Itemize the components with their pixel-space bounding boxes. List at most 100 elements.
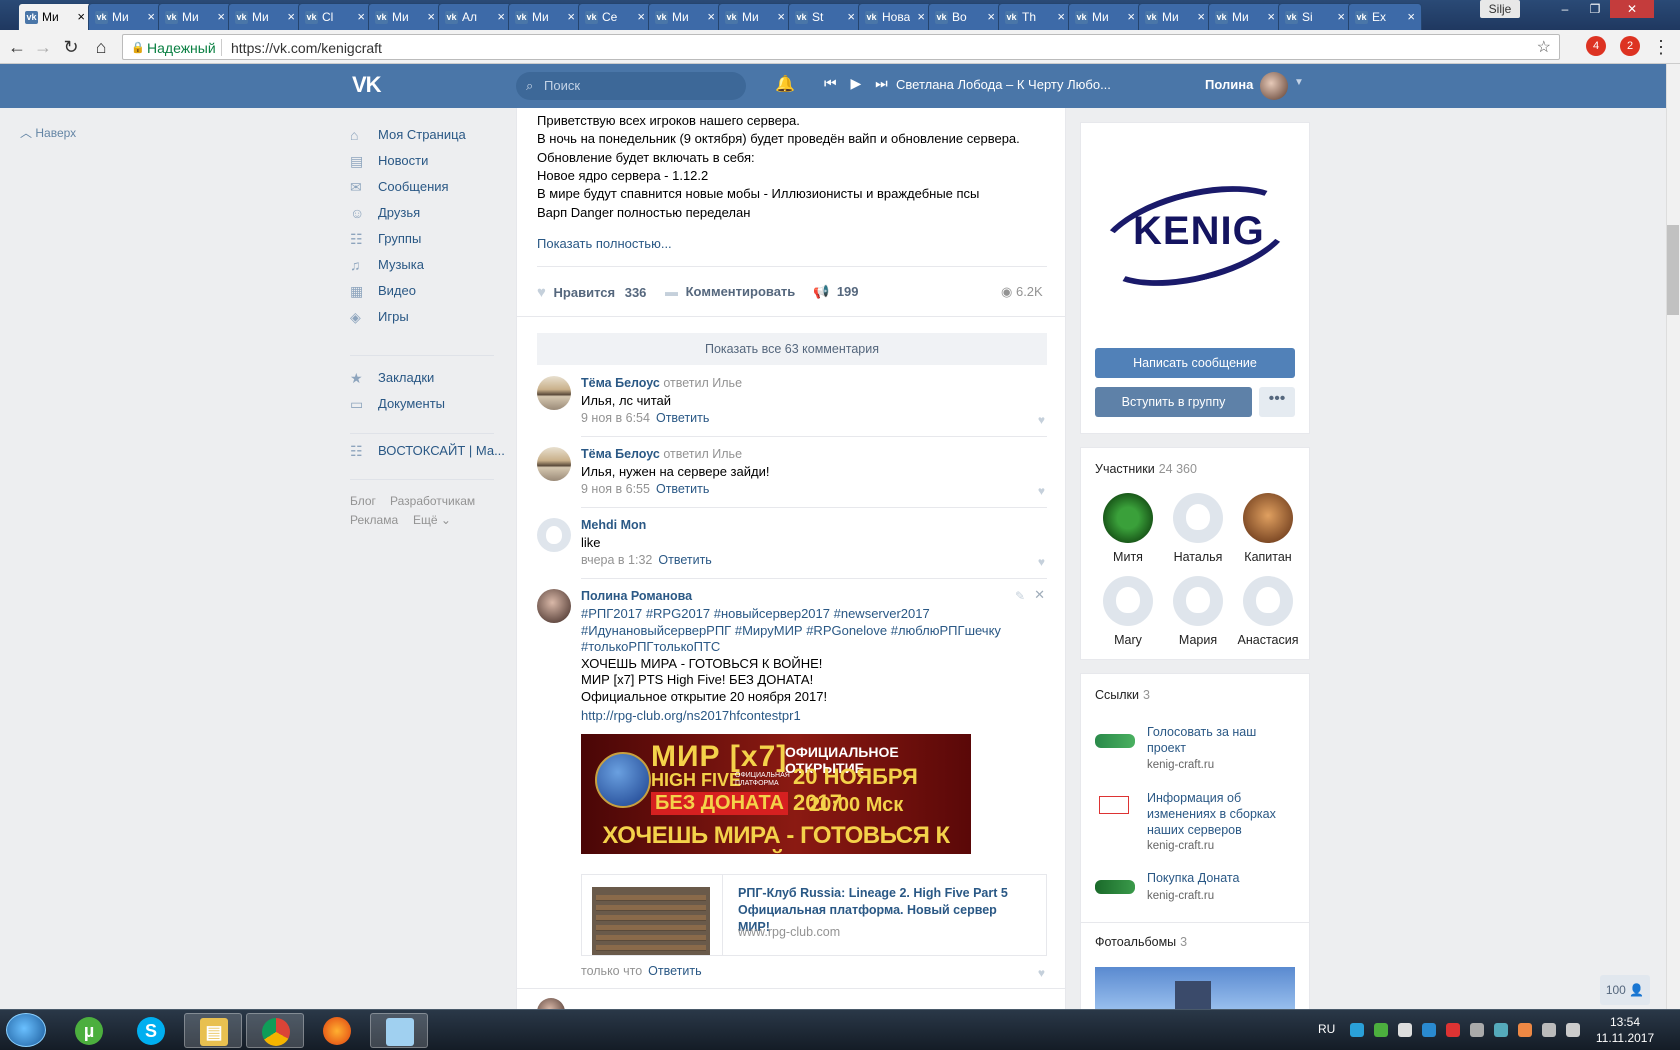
browser-tab[interactable]: vk Ми × (228, 3, 302, 30)
browser-tab[interactable]: vk Si × (1278, 3, 1352, 30)
browser-tab[interactable]: vk Cl × (298, 3, 372, 30)
close-window-button[interactable]: ✕ (1610, 0, 1654, 18)
footer-dev-link[interactable]: Разработчикам (390, 494, 475, 508)
chrome-taskbar-icon[interactable] (246, 1013, 304, 1048)
start-button[interactable] (6, 1013, 46, 1047)
show-all-comments-button[interactable]: Показать все 63 комментария (537, 333, 1047, 365)
close-tab-icon[interactable]: × (1057, 9, 1065, 24)
skype-taskbar-icon[interactable]: S (122, 1013, 180, 1048)
links-header[interactable]: Ссылки 3 (1095, 688, 1150, 702)
browser-tab[interactable]: vk Ми × (88, 3, 162, 30)
extension-icon-2[interactable]: 2 (1620, 36, 1640, 56)
display-tray-icon[interactable] (1542, 1023, 1556, 1037)
heart-icon[interactable]: ♥ (1038, 413, 1045, 427)
close-tab-icon[interactable]: × (1267, 9, 1275, 24)
language-indicator[interactable]: RU (1318, 1022, 1335, 1036)
search-input[interactable]: ⌕ Поиск (516, 72, 746, 100)
close-tab-icon[interactable]: × (357, 9, 365, 24)
audio-player-controls[interactable]: ⏮ ▶ ⏭ (824, 75, 888, 92)
reply-link[interactable]: Ответить (648, 964, 701, 978)
notepad-taskbar-icon[interactable] (370, 1013, 428, 1048)
close-tab-icon[interactable]: × (287, 9, 295, 24)
link-title[interactable]: Голосовать за наш проект (1147, 724, 1297, 756)
share-button[interactable]: 📢 199 (813, 284, 859, 300)
close-tab-icon[interactable]: × (987, 9, 995, 24)
flag-tray-icon[interactable] (1398, 1023, 1412, 1037)
close-tab-icon[interactable]: × (637, 9, 645, 24)
member-name[interactable]: Митя (1093, 550, 1163, 564)
scrollbar[interactable] (1666, 64, 1680, 1009)
avatar[interactable] (1260, 72, 1288, 100)
close-tab-icon[interactable]: × (847, 9, 855, 24)
link-title[interactable]: Покупка Доната (1147, 870, 1297, 886)
link-title[interactable]: Информация об изменениях в сборках наших… (1147, 790, 1297, 838)
next-track-icon[interactable]: ⏭ (875, 75, 888, 91)
app-tray-icon[interactable] (1494, 1023, 1508, 1037)
play-icon[interactable]: ▶ (851, 75, 862, 91)
avatar[interactable] (1243, 493, 1293, 543)
group-logo[interactable]: KENIG (1087, 168, 1303, 304)
bookmark-star-icon[interactable]: ☆ (1537, 37, 1551, 57)
albums-header[interactable]: Фотоальбомы 3 (1095, 935, 1187, 949)
app-tray-icon[interactable] (1422, 1023, 1436, 1037)
vk-logo[interactable]: VK (352, 72, 386, 98)
avatar[interactable] (537, 589, 571, 623)
address-bar[interactable]: 🔒 Надежный https://vk.com/kenigcraft ☆ (122, 34, 1560, 60)
close-tab-icon[interactable]: × (217, 9, 225, 24)
avatar[interactable] (1103, 493, 1153, 543)
close-tab-icon[interactable]: × (427, 9, 435, 24)
utorrent-taskbar-icon[interactable]: µ (60, 1013, 118, 1048)
close-tab-icon[interactable]: × (917, 9, 925, 24)
user-name[interactable]: Полина (1205, 77, 1253, 92)
back-icon[interactable]: ← (6, 36, 28, 58)
comment-author[interactable]: Тёма Белоус ответил Илье (581, 447, 742, 461)
avatar[interactable] (537, 518, 571, 552)
extension-icon-1[interactable]: 4 (1586, 36, 1606, 56)
avatar[interactable] (1173, 576, 1223, 626)
comment-link[interactable]: http://rpg-club.org/ns2017hfcontestpr1 (581, 708, 801, 723)
member-name[interactable]: Капитан (1233, 550, 1303, 564)
avatar[interactable] (1103, 576, 1153, 626)
comment-button[interactable]: ▬ Комментировать (665, 284, 795, 299)
explorer-taskbar-icon[interactable]: ▤ (184, 1013, 242, 1048)
close-tab-icon[interactable]: × (1197, 9, 1205, 24)
profile-badge[interactable]: Silje (1480, 0, 1520, 18)
browser-tab[interactable]: vk Ми × (158, 3, 232, 30)
maximize-button[interactable]: ❐ (1580, 0, 1610, 18)
member-name[interactable]: Наталья (1163, 550, 1233, 564)
home-icon[interactable]: ⌂ (90, 36, 112, 58)
avatar[interactable] (537, 376, 571, 410)
heart-icon[interactable]: ♥ (1038, 484, 1045, 498)
browser-tab[interactable]: vk Ex × (1348, 3, 1422, 30)
reply-link[interactable]: Ответить (658, 553, 711, 567)
comment-author[interactable]: Полина Романова (581, 589, 692, 603)
album-cover[interactable] (1095, 967, 1295, 1011)
app-tray-icon[interactable] (1446, 1023, 1460, 1037)
browser-tab[interactable]: vk Ми × (1138, 3, 1212, 30)
browser-tab[interactable]: vk Ми × (508, 3, 582, 30)
like-button[interactable]: ♥ Нравится 336 (537, 284, 646, 301)
member-name[interactable]: Мария (1163, 633, 1233, 647)
browser-tab[interactable]: vk Ми × (368, 3, 442, 30)
firefox-taskbar-icon[interactable] (308, 1013, 366, 1048)
heart-icon[interactable]: ♥ (1038, 966, 1045, 980)
utorrent-tray-icon[interactable] (1374, 1023, 1388, 1037)
avatar[interactable] (537, 447, 571, 481)
volume-icon[interactable] (1566, 1023, 1580, 1037)
close-tab-icon[interactable]: × (777, 9, 785, 24)
browser-tab[interactable]: vk Ми × (18, 3, 92, 30)
online-counter[interactable]: 100 👤 (1600, 975, 1650, 1005)
link-snippet[interactable]: РПГ-Клуб Russia: Lineage 2. High Five Pa… (581, 874, 1047, 956)
network-tray-icon[interactable] (1470, 1023, 1484, 1037)
scrollbar-thumb[interactable] (1667, 225, 1679, 315)
promo-banner-image[interactable]: МИР [x7] HIGH FIVE ОФИЦИАЛЬНАЯ ПЛАТФОРМА… (581, 734, 971, 854)
avatar[interactable] (1243, 576, 1293, 626)
browser-tab[interactable]: vk Ми × (648, 3, 722, 30)
close-tab-icon[interactable]: × (707, 9, 715, 24)
prev-track-icon[interactable]: ⏮ (824, 75, 837, 91)
comment-author[interactable]: Тёма Белоус ответил Илье (581, 376, 742, 390)
members-header[interactable]: Участники 24 360 (1095, 462, 1197, 476)
url-text[interactable]: https://vk.com/kenigcraft (231, 40, 382, 56)
close-icon[interactable]: ✕ (1034, 587, 1045, 603)
join-group-button[interactable]: Вступить в группу (1095, 387, 1252, 417)
